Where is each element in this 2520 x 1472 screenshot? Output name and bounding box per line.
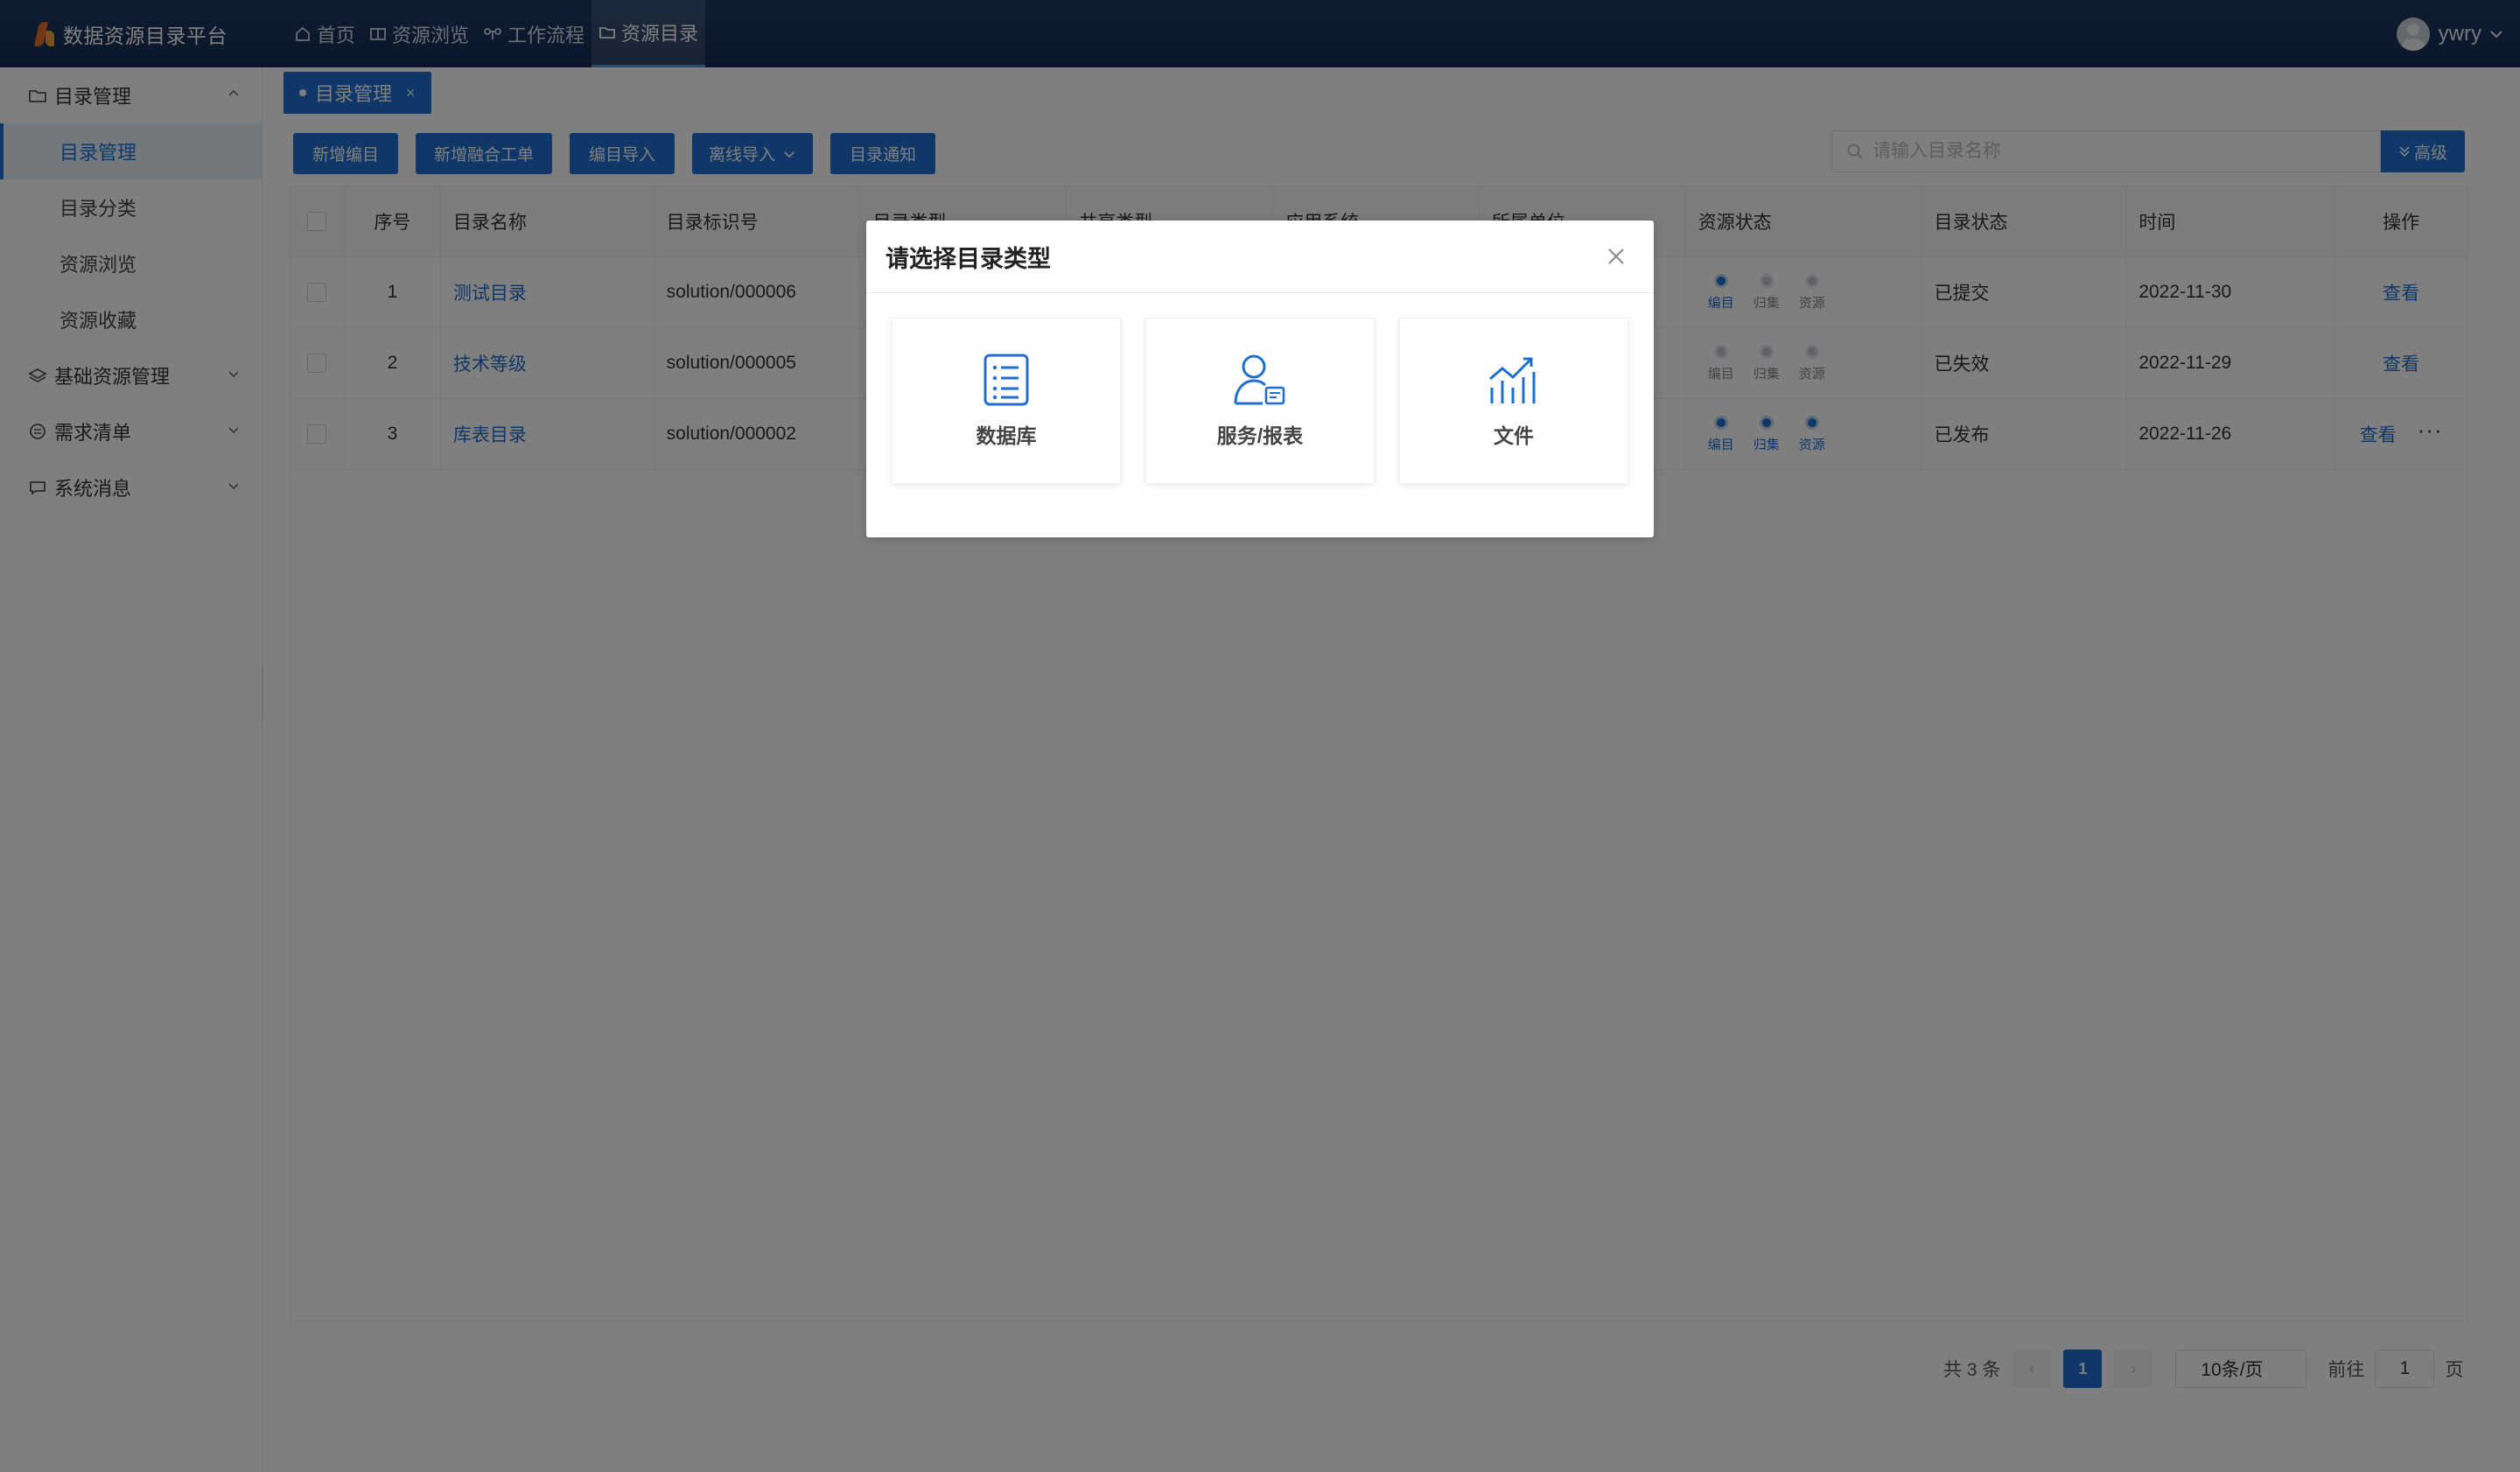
- option-file[interactable]: 文件: [1399, 318, 1628, 484]
- user-report-icon: [1234, 354, 1285, 405]
- catalog-type-dialog: 请选择目录类型 数据库 服务/报表 文件: [866, 221, 1654, 537]
- list-icon: [984, 354, 1029, 406]
- dialog-title: 请选择目录类型: [886, 245, 1051, 272]
- catalog-type-options: 数据库 服务/报表 文件: [866, 293, 1654, 484]
- option-label: 服务/报表: [1216, 424, 1304, 447]
- option-service-report[interactable]: 服务/报表: [1145, 318, 1375, 484]
- option-label: 数据库: [976, 424, 1037, 447]
- dialog-header: 请选择目录类型: [866, 221, 1654, 293]
- option-label: 文件: [1494, 424, 1534, 447]
- chart-icon: [1489, 357, 1536, 403]
- close-icon[interactable]: [1605, 245, 1628, 268]
- option-database[interactable]: 数据库: [892, 318, 1121, 484]
